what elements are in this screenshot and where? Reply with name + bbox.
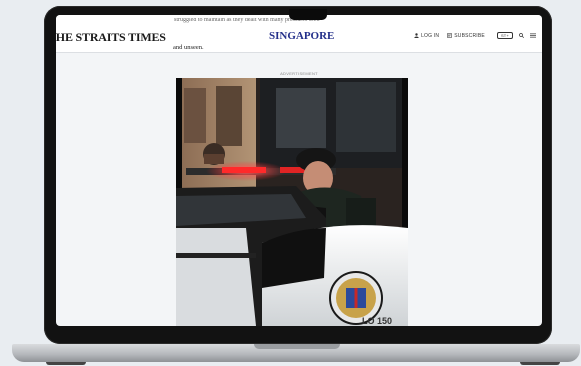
site-logo[interactable]: THE STRAITS TIMES <box>56 30 166 45</box>
advertisement-video[interactable]: LO 150 <box>176 78 408 326</box>
laptop-foot-left <box>46 362 86 365</box>
subscribe-label: SUBSCRIBE <box>454 32 485 39</box>
search-icon <box>519 33 524 38</box>
camera-notch <box>289 9 327 20</box>
header-nav: LOG IN SUBSCRIBE ST+ <box>406 32 536 39</box>
user-icon <box>414 33 419 38</box>
menu-button[interactable] <box>530 33 536 38</box>
article-text: and unseen. <box>173 44 204 51</box>
advertisement-label: ADVERTISEMENT <box>280 71 318 76</box>
login-label: LOG IN <box>421 32 440 39</box>
edition-badge[interactable]: ST+ <box>496 32 513 39</box>
newspaper-icon <box>447 33 453 38</box>
login-link[interactable]: LOG IN <box>414 33 439 39</box>
section-title[interactable]: SINGAPORE <box>269 30 334 42</box>
site-header: struggled to maintain as they dealt with… <box>56 15 542 53</box>
browser-screen: struggled to maintain as they dealt with… <box>56 15 542 326</box>
subscribe-link[interactable]: SUBSCRIBE <box>447 33 485 39</box>
ad-video-frame: LO 150 <box>176 78 408 326</box>
laptop-base-groove <box>254 344 340 349</box>
menu-icon <box>530 33 536 38</box>
car-number-text: LO 150 <box>362 316 392 326</box>
search-button[interactable] <box>519 33 524 38</box>
laptop-foot-right <box>520 362 560 365</box>
